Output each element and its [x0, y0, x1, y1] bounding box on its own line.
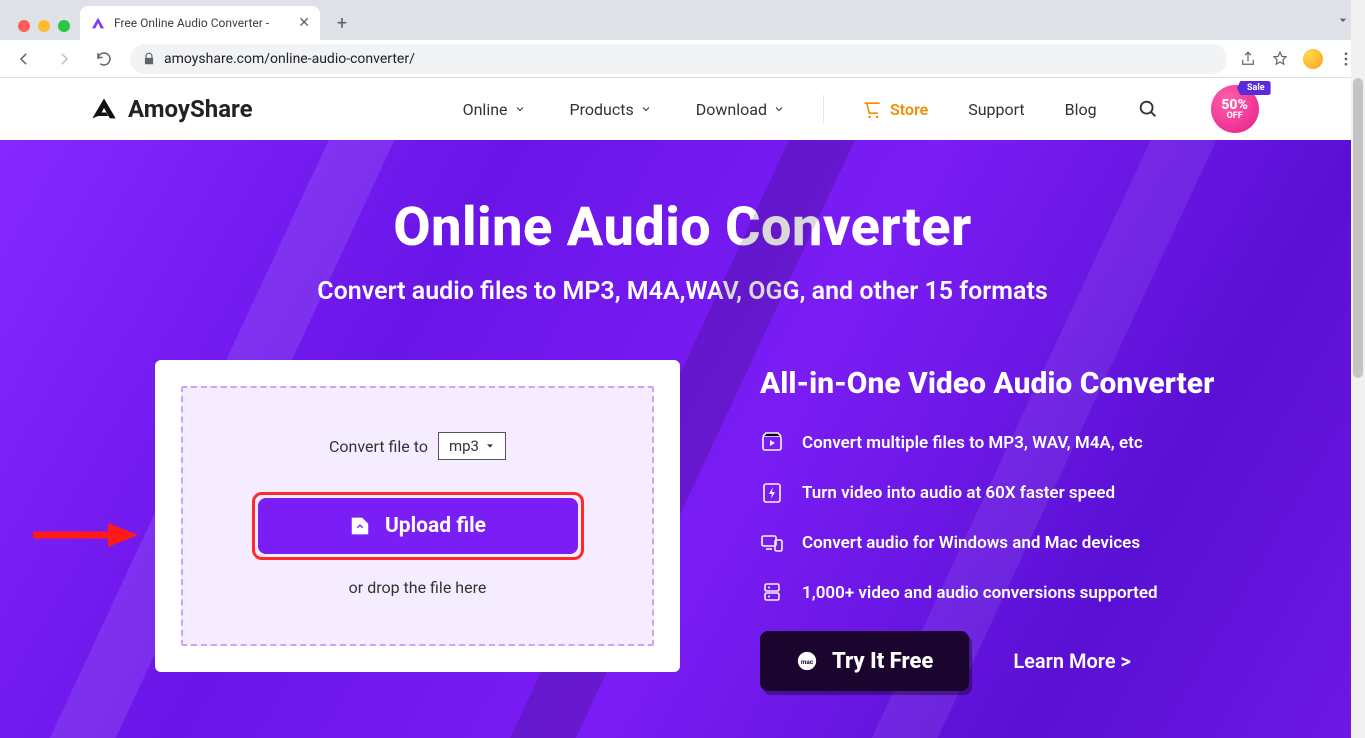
bookmark-star-icon[interactable]	[1271, 50, 1289, 68]
browser-tab[interactable]: Free Online Audio Converter - ✕	[80, 6, 320, 40]
close-window-icon[interactable]	[18, 20, 30, 32]
share-icon[interactable]	[1239, 50, 1257, 68]
nav-online[interactable]: Online	[463, 100, 526, 119]
divider	[823, 95, 824, 123]
caret-down-icon	[485, 441, 495, 451]
brand-logo[interactable]: AmoyShare	[90, 95, 253, 123]
extension-icon[interactable]	[1303, 49, 1323, 69]
address-bar[interactable]: amoyshare.com/online-audio-converter/	[130, 44, 1227, 74]
format-select[interactable]: mp3	[438, 432, 506, 460]
url-text: amoyshare.com/online-audio-converter/	[164, 51, 415, 67]
hero-section: Online Audio Converter Convert audio fil…	[0, 140, 1365, 738]
drop-zone[interactable]: Convert file to mp3 Upload file or drop …	[181, 386, 654, 646]
devices-icon	[760, 531, 784, 555]
brand-name: AmoyShare	[128, 95, 253, 123]
stack-icon	[760, 581, 784, 605]
nav-store[interactable]: Store	[862, 99, 928, 119]
favicon-icon	[90, 15, 106, 31]
nav-products[interactable]: Products	[570, 100, 652, 119]
minimize-window-icon[interactable]	[38, 20, 50, 32]
annotation-arrow-icon	[28, 520, 138, 550]
forward-button[interactable]	[50, 45, 78, 73]
feature-item: Turn video into audio at 60X faster spee…	[760, 481, 1214, 505]
logo-icon	[90, 95, 118, 123]
feature-item: Convert multiple files to MP3, WAV, M4A,…	[760, 431, 1214, 455]
cart-icon	[862, 99, 882, 119]
reload-button[interactable]	[90, 45, 118, 73]
try-free-button[interactable]: mac Try It Free	[760, 631, 969, 691]
site-header: AmoyShare Online Products Download Store…	[0, 78, 1365, 140]
upload-card: Convert file to mp3 Upload file or drop …	[155, 360, 680, 672]
upload-file-button[interactable]: Upload file	[258, 498, 578, 554]
video-file-icon	[760, 431, 784, 455]
chevron-down-icon	[773, 103, 785, 115]
nav-download[interactable]: Download	[696, 100, 785, 119]
convert-label: Convert file to	[329, 437, 428, 456]
browser-chrome: Free Online Audio Converter - ✕ + amoysh…	[0, 0, 1365, 78]
new-tab-button[interactable]: +	[328, 9, 356, 37]
nav-blog[interactable]: Blog	[1065, 100, 1097, 119]
maximize-window-icon[interactable]	[58, 20, 70, 32]
close-tab-icon[interactable]: ✕	[298, 15, 310, 31]
window-controls[interactable]	[8, 20, 80, 40]
search-icon[interactable]	[1137, 98, 1159, 120]
back-button[interactable]	[10, 45, 38, 73]
tab-title: Free Online Audio Converter -	[114, 16, 290, 30]
sale-badge[interactable]: Sale 50% OFF	[1211, 85, 1265, 133]
nav-support[interactable]: Support	[968, 100, 1024, 119]
sale-tag: Sale	[1237, 81, 1271, 95]
bolt-file-icon	[760, 481, 784, 505]
page-subtitle: Convert audio files to MP3, M4A,WAV, OGG…	[0, 277, 1365, 306]
lock-icon	[142, 52, 156, 66]
chevron-down-icon	[514, 103, 526, 115]
feature-item: Convert audio for Windows and Mac device…	[760, 531, 1214, 555]
macos-icon: mac	[796, 650, 818, 672]
feature-heading: All-in-One Video Audio Converter	[760, 366, 1214, 401]
upload-icon	[349, 515, 371, 537]
chevron-down-icon	[640, 103, 652, 115]
drop-hint: or drop the file here	[349, 578, 487, 597]
feature-item: 1,000+ video and audio conversions suppo…	[760, 581, 1214, 605]
svg-text:mac: mac	[801, 658, 814, 666]
page-title: Online Audio Converter	[0, 140, 1365, 259]
learn-more-link[interactable]: Learn More >	[1013, 649, 1131, 673]
